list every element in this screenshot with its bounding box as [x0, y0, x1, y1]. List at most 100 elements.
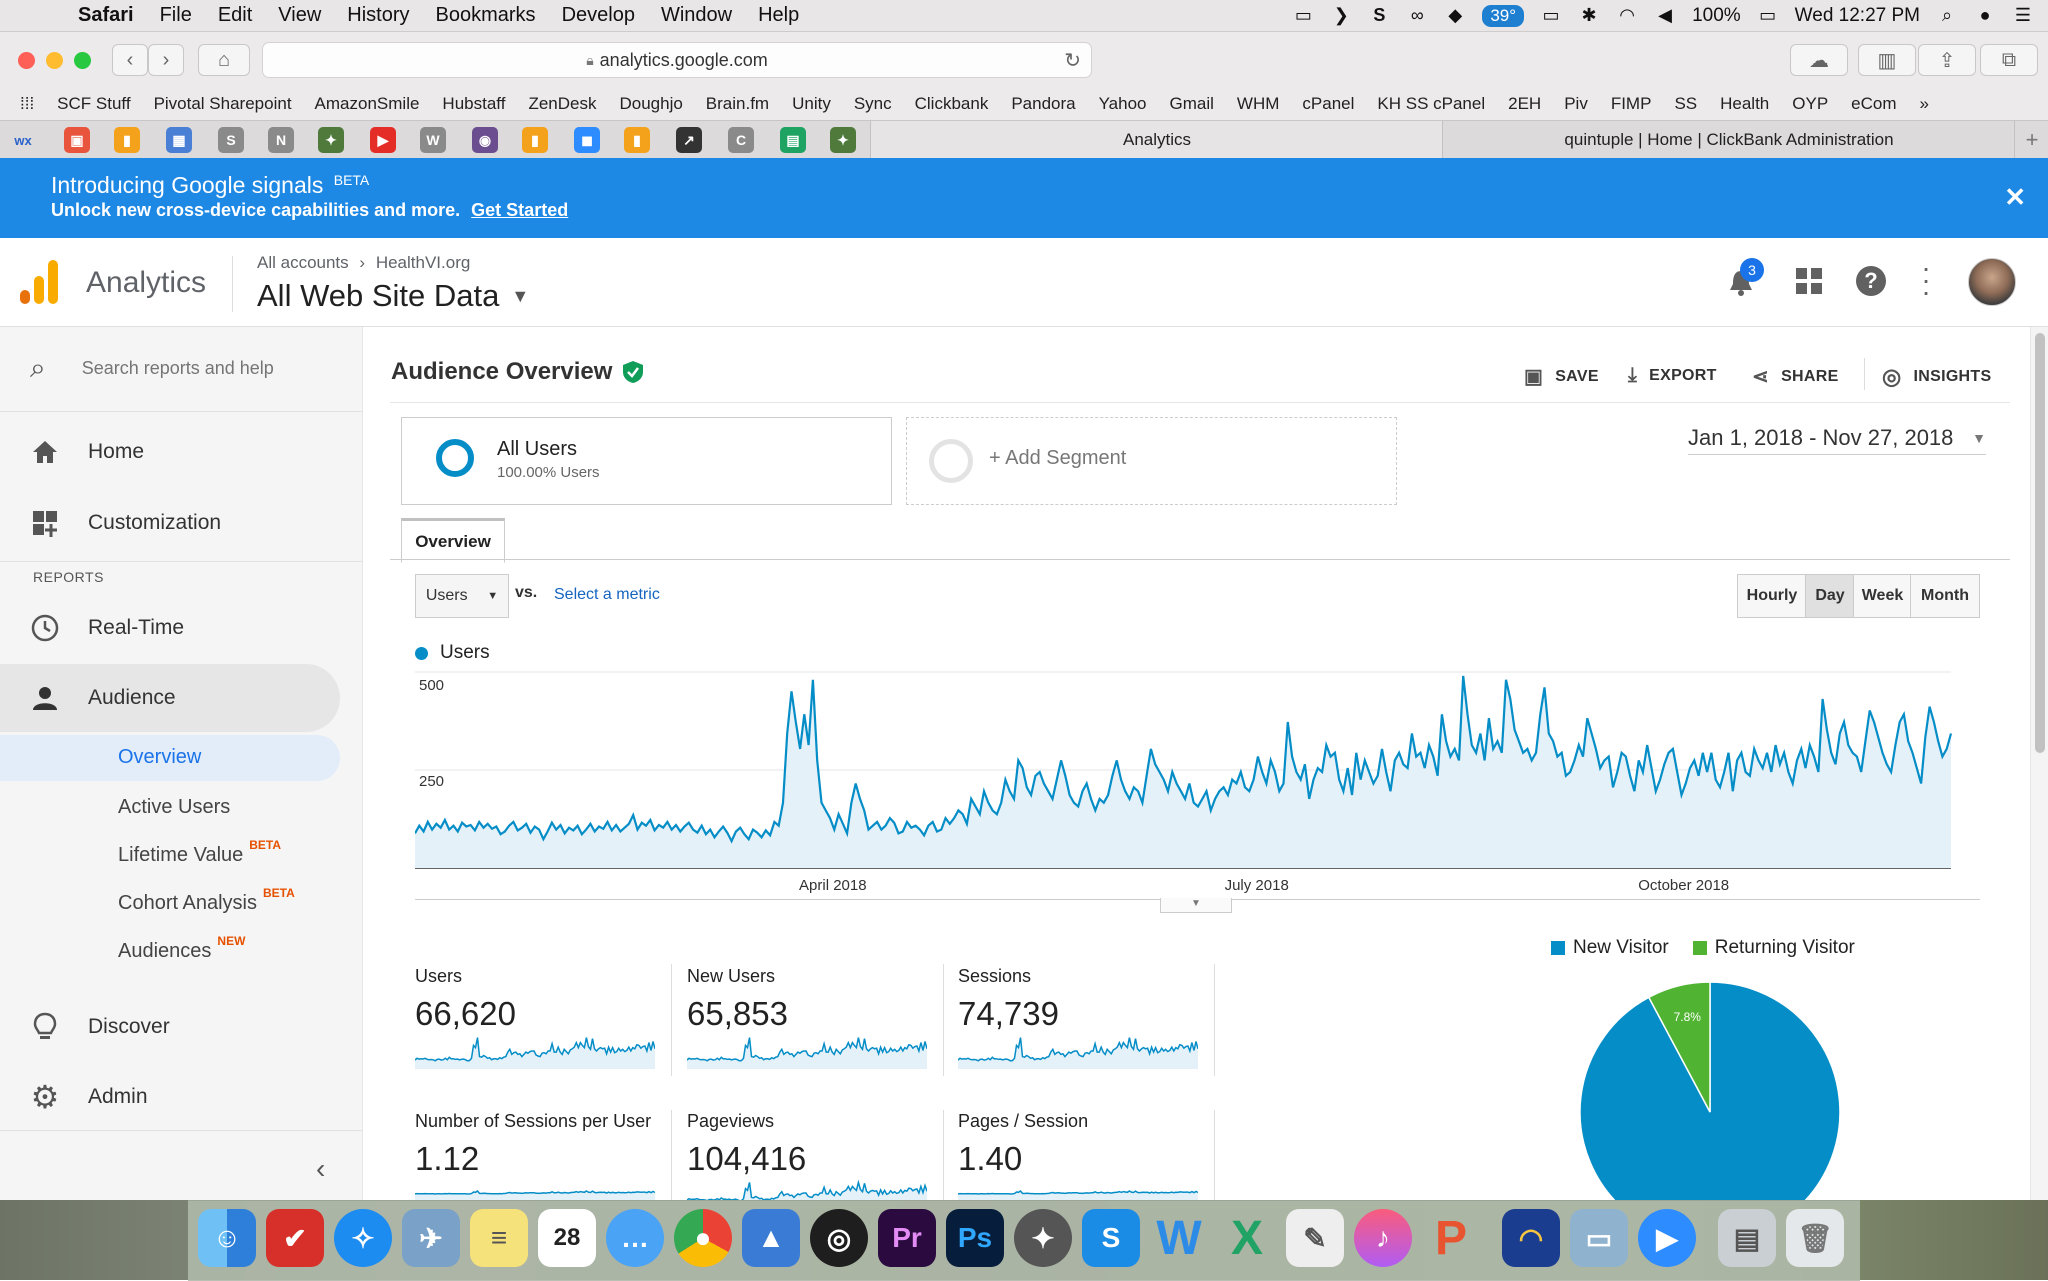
visitor-pie-chart[interactable]: 7.8%: [1570, 980, 1850, 1200]
home-button[interactable]: ⌂: [198, 44, 250, 76]
bookmark-piv[interactable]: Piv: [1564, 94, 1588, 114]
downloads-stack-icon[interactable]: ▤: [1718, 1209, 1776, 1267]
obs-icon[interactable]: ◎: [810, 1209, 868, 1267]
metric-pages-per-session[interactable]: Pages / Session 1.40: [957, 1111, 1203, 1213]
granularity-week[interactable]: Week: [1853, 574, 1912, 618]
pinned-tab-analytics-icon-3[interactable]: ▮: [624, 127, 650, 153]
snagit-icon[interactable]: S: [1082, 1209, 1140, 1267]
bookmark-hubstaff[interactable]: Hubstaff: [442, 94, 505, 114]
excel-icon[interactable]: X: [1218, 1209, 1276, 1267]
premiere-icon[interactable]: Pr: [878, 1209, 936, 1267]
bookmark-pandora[interactable]: Pandora: [1011, 94, 1075, 114]
bookmark-doughjo[interactable]: Doughjo: [619, 94, 682, 114]
new-tab-icon[interactable]: +: [2014, 121, 2048, 159]
pinned-tab-leaf-icon-2[interactable]: ✦: [830, 127, 856, 153]
menu-bookmarks[interactable]: Bookmarks: [436, 4, 536, 27]
share-button[interactable]: ⋖ SHARE: [1752, 364, 1839, 389]
sidebar-item-active-users[interactable]: Active Users: [118, 796, 230, 819]
share-button[interactable]: ⇪: [1918, 44, 1976, 76]
metric-users[interactable]: Users 66,620: [414, 966, 660, 1074]
menu-develop[interactable]: Develop: [562, 4, 635, 27]
icloud-tabs-button[interactable]: ☁: [1790, 44, 1848, 76]
bookmark-health[interactable]: Health: [1720, 94, 1769, 114]
notification-center-icon[interactable]: ☰: [2012, 5, 2034, 25]
pinned-tab-trend-icon[interactable]: ↗: [676, 127, 702, 153]
menu-view[interactable]: View: [278, 4, 321, 27]
trash-icon[interactable]: 🗑︎: [1786, 1209, 1844, 1267]
bookmark-amazonsmile[interactable]: AmazonSmile: [315, 94, 420, 114]
more-bookmarks-icon[interactable]: »: [1920, 94, 1929, 114]
bluetooth-icon[interactable]: ✱: [1578, 5, 1600, 25]
minimize-window-icon[interactable]: [46, 52, 63, 69]
todoist-icon[interactable]: ✔: [266, 1209, 324, 1267]
metric-sessions-per-user[interactable]: Number of Sessions per User 1.12: [414, 1111, 660, 1213]
bookmark-gmail[interactable]: Gmail: [1170, 94, 1214, 114]
textedit-icon[interactable]: ✎: [1286, 1209, 1344, 1267]
bookmark-whm[interactable]: WHM: [1237, 94, 1279, 114]
word-icon[interactable]: W: [1150, 1209, 1208, 1267]
export-button[interactable]: ⤓ EXPORT: [1628, 364, 1717, 387]
close-icon[interactable]: ✕: [2004, 182, 2026, 213]
metric-new-users[interactable]: New Users 65,853: [686, 966, 932, 1074]
tab-overview[interactable]: Overview: [401, 518, 505, 563]
photoshop-icon[interactable]: Ps: [946, 1209, 1004, 1267]
help-icon[interactable]: ?: [1856, 266, 1886, 296]
pinned-tab-youtube-icon[interactable]: ▶: [370, 127, 396, 153]
product-name[interactable]: Analytics: [86, 266, 206, 300]
address-bar[interactable]: 🔒︎ analytics.google.com ↻: [262, 42, 1092, 78]
siri-icon[interactable]: ●: [1974, 5, 1996, 25]
sidebar-item-realtime[interactable]: Real-Time: [0, 598, 362, 658]
bookmark-yahoo[interactable]: Yahoo: [1099, 94, 1147, 114]
calendar-icon[interactable]: 28: [538, 1209, 596, 1267]
menu-app-safari[interactable]: Safari: [78, 4, 134, 27]
pinned-tab-grid-icon[interactable]: ▦: [166, 127, 192, 153]
more-vert-icon[interactable]: · · ·: [1918, 254, 1934, 306]
messages-icon[interactable]: …: [606, 1209, 664, 1267]
forward-button[interactable]: ›: [148, 44, 184, 76]
reload-icon[interactable]: ↻: [1064, 48, 1081, 73]
get-started-link[interactable]: Get Started: [471, 200, 568, 220]
metric-dropdown[interactable]: Users ▼: [415, 574, 509, 618]
dropbox-icon[interactable]: ◆: [1444, 5, 1466, 25]
pinned-tab-leaf-icon[interactable]: ✦: [318, 127, 344, 153]
pinned-tab-analytics-icon[interactable]: ▮: [114, 127, 140, 153]
pinned-tab-w[interactable]: W: [420, 127, 446, 153]
select-metric-link[interactable]: Select a metric: [554, 586, 660, 604]
menu-edit[interactable]: Edit: [218, 4, 252, 27]
airplay-mirror-icon[interactable]: ▭: [1292, 5, 1314, 25]
pinned-tab-zoom-icon[interactable]: ◼: [574, 127, 600, 153]
menu-file[interactable]: File: [160, 4, 192, 27]
breadcrumb-all-accounts[interactable]: All accounts: [257, 253, 349, 272]
avatar[interactable]: [1968, 258, 2016, 306]
search-input[interactable]: [79, 356, 324, 380]
pinned-tab-n[interactable]: N: [268, 127, 294, 153]
granularity-day[interactable]: Day: [1805, 574, 1855, 618]
itunes-icon[interactable]: ♪: [1354, 1209, 1412, 1267]
menu-window[interactable]: Window: [661, 4, 732, 27]
audacity-icon[interactable]: ◠: [1502, 1209, 1560, 1267]
pinned-tab-c[interactable]: C: [728, 127, 754, 153]
sidebar-search[interactable]: ⌕: [0, 327, 342, 409]
battery-icon[interactable]: ▭: [1757, 5, 1779, 25]
bookmark-fimp[interactable]: FIMP: [1611, 94, 1652, 114]
sidebar-item-admin[interactable]: ⚙ Admin: [0, 1067, 362, 1127]
insights-button[interactable]: ◎ INSIGHTS: [1882, 364, 1991, 390]
users-line-chart[interactable]: 250 500 April 2018 July 2018 October 201…: [415, 670, 1985, 900]
pinned-tab-sheets-icon[interactable]: ▤: [780, 127, 806, 153]
save-button[interactable]: ▣ SAVE: [1524, 364, 1599, 389]
legend-new-visitor[interactable]: New Visitor: [1573, 937, 1669, 959]
segment-all-users[interactable]: All Users 100.00% Users: [401, 417, 892, 505]
bookmark-sync[interactable]: Sync: [854, 94, 892, 114]
granularity-month[interactable]: Month: [1910, 574, 1980, 618]
add-segment-button[interactable]: + Add Segment: [906, 417, 1397, 505]
creative-cloud-icon[interactable]: ∞: [1406, 5, 1428, 25]
bookmark-oyp[interactable]: OYP: [1792, 94, 1828, 114]
pinned-tab-analytics-icon-2[interactable]: ▮: [522, 127, 548, 153]
sidebar-item-cohort-analysis[interactable]: Cohort Analysis BETA: [118, 886, 295, 915]
bookmark-pivotal-sharepoint[interactable]: Pivotal Sharepoint: [154, 94, 292, 114]
collapse-sidebar-icon[interactable]: ‹: [316, 1153, 325, 1185]
page-scrollbar[interactable]: [2030, 327, 2048, 1200]
bookmark-brainfm[interactable]: Brain.fm: [706, 94, 769, 114]
sidebar-item-discover[interactable]: Discover: [0, 997, 362, 1057]
airplay-icon[interactable]: ▭: [1540, 5, 1562, 25]
